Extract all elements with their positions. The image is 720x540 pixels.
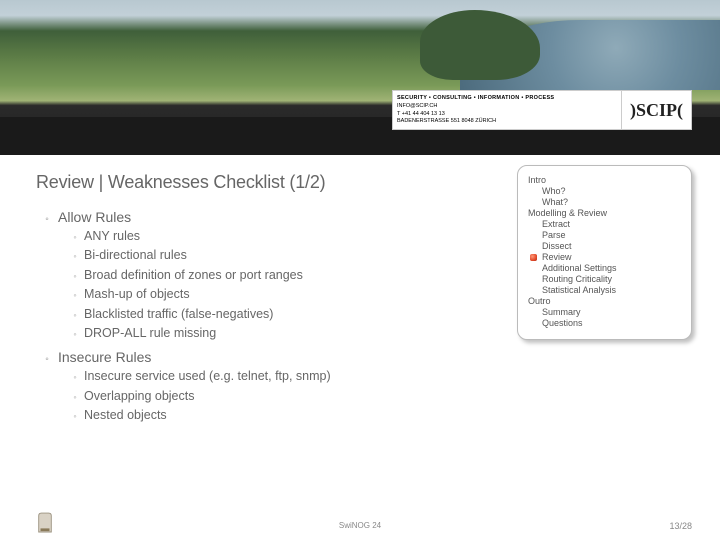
list-item: ANY rules <box>84 227 140 246</box>
agenda-sidebar: Intro Who? What? Modelling & Review Extr… <box>517 165 692 340</box>
agenda-item: Additional Settings <box>542 263 681 273</box>
agenda-item: Extract <box>542 219 681 229</box>
agenda-item: Statistical Analysis <box>542 285 681 295</box>
list-item: Overlapping objects <box>84 387 194 406</box>
bullet-icon: ◦ <box>66 328 84 342</box>
agenda-item: Outro <box>528 296 681 306</box>
bullet-icon: ◦ <box>66 371 84 385</box>
logo-email: INFO@SCIP.CH <box>397 103 617 110</box>
logo-phone: T +41 44 404 13 13 <box>397 111 617 118</box>
section-list: ◦ Allow Rules ◦ANY rules ◦Bi-directional… <box>36 209 474 425</box>
hero-headland <box>420 10 540 80</box>
page-number: 13/28 <box>669 521 692 531</box>
logo-strip: SECURITY • CONSULTING • INFORMATION • PR… <box>392 90 692 130</box>
list-item: Insecure service used (e.g. telnet, ftp,… <box>84 367 331 386</box>
page-title: Review | Weaknesses Checklist (1/2) <box>36 172 474 193</box>
list-item: Broad definition of zones or port ranges <box>84 266 303 285</box>
agenda-item: Routing Criticality <box>542 274 681 284</box>
bullet-icon: ◦ <box>66 250 84 264</box>
agenda-item: What? <box>542 197 681 207</box>
list-item: DROP-ALL rule missing <box>84 324 216 343</box>
section-heading: Allow Rules <box>58 209 131 225</box>
bullet-icon: ◦ <box>36 214 58 225</box>
subitem-list: ◦Insecure service used (e.g. telnet, ftp… <box>36 367 474 425</box>
bullet-icon: ◦ <box>66 231 84 245</box>
agenda-item: Parse <box>542 230 681 240</box>
list-item: Bi-directional rules <box>84 246 187 265</box>
subitem-list: ◦ANY rules ◦Bi-directional rules ◦Broad … <box>36 227 474 343</box>
footer: SwiNOG 24 13/28 <box>0 521 720 530</box>
section-heading: Insecure Rules <box>58 349 151 365</box>
agenda-item: Who? <box>542 186 681 196</box>
list-item: Blacklisted traffic (false-negatives) <box>84 305 273 324</box>
bullet-icon: ◦ <box>66 309 84 323</box>
agenda-item: Summary <box>542 307 681 317</box>
logo-address: BADENERSTRASSE 551 8048 ZÜRICH <box>397 118 617 125</box>
bullet-icon: ◦ <box>66 270 84 284</box>
list-item: Nested objects <box>84 406 167 425</box>
bullet-icon: ◦ <box>66 289 84 303</box>
list-item: Mash-up of objects <box>84 285 190 304</box>
logo-tagline: SECURITY • CONSULTING • INFORMATION • PR… <box>397 95 617 102</box>
main-content: Review | Weaknesses Checklist (1/2) ◦ Al… <box>36 172 474 431</box>
agenda-item-current: Review <box>542 252 681 262</box>
agenda-item: Intro <box>528 175 681 185</box>
agenda-item: Questions <box>542 318 681 328</box>
bullet-icon: ◦ <box>66 410 84 424</box>
bullet-icon: ◦ <box>66 391 84 405</box>
agenda-item: Modelling & Review <box>528 208 681 218</box>
bullet-icon: ◦ <box>36 354 58 365</box>
agenda-item: Dissect <box>542 241 681 251</box>
hero-banner: SECURITY • CONSULTING • INFORMATION • PR… <box>0 0 720 155</box>
footer-center: SwiNOG 24 <box>339 521 381 530</box>
logo-mark: )SCIP( <box>621 91 691 129</box>
